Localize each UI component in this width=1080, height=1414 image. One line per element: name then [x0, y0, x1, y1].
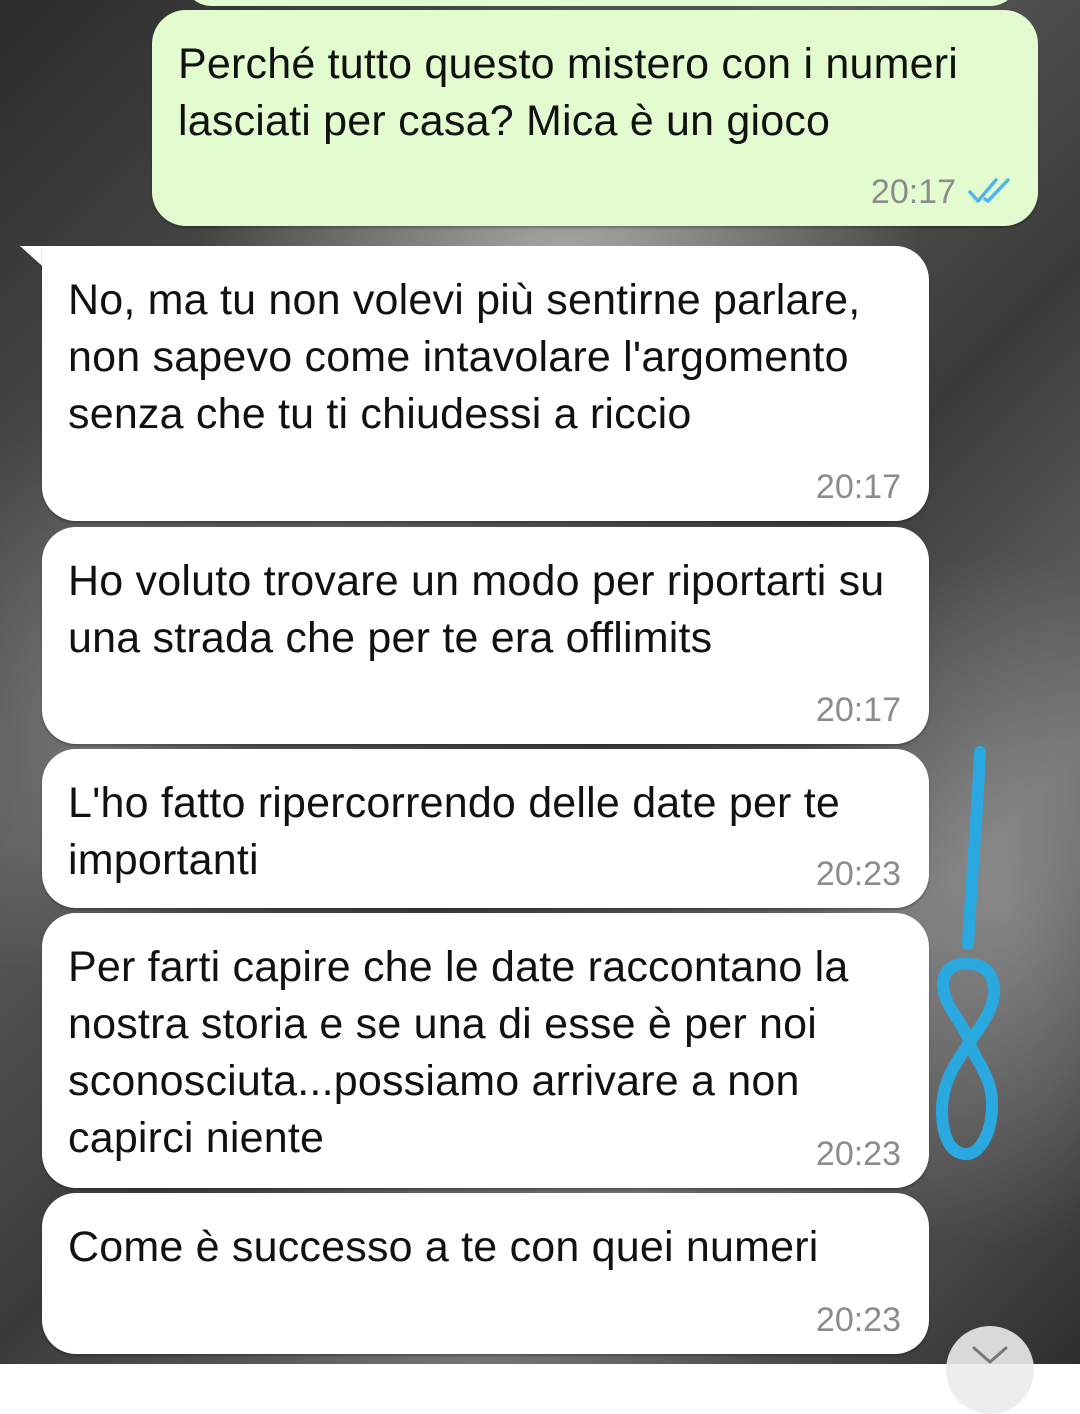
message-bubble-incoming[interactable]: Come è successo a te con quei numeri 20:…: [42, 1193, 929, 1354]
message-time: 20:23: [815, 855, 901, 893]
message-text: Perché tutto questo mistero con i numeri…: [178, 40, 958, 145]
message-time: 20:17: [870, 173, 956, 211]
message-time: 20:23: [815, 1301, 901, 1339]
message-text: L'ho fatto ripercorrendo delle date per …: [68, 779, 840, 884]
previous-message-bubble[interactable]: [182, 0, 1020, 6]
message-time: 20:23: [815, 1135, 901, 1173]
message-text: Per farti capire che le date raccontano …: [68, 943, 849, 1162]
message-bubble-incoming[interactable]: L'ho fatto ripercorrendo delle date per …: [42, 749, 929, 908]
message-text: Come è successo a te con quei numeri: [68, 1223, 819, 1271]
message-text: No, ma tu non volevi più sentirne parlar…: [68, 276, 861, 438]
handwritten-annotation-icon: [936, 746, 1001, 1161]
chevron-down-icon: [972, 1346, 1008, 1364]
scroll-down-button[interactable]: [946, 1326, 1034, 1414]
message-time: 20:17: [815, 468, 901, 506]
double-check-icon: [968, 178, 1010, 203]
message-time: 20:17: [815, 691, 901, 729]
message-text: Ho voluto trovare un modo per riportarti…: [68, 557, 885, 662]
message-bubble-incoming[interactable]: No, ma tu non volevi più sentirne parlar…: [42, 246, 929, 521]
message-bubble-incoming[interactable]: Ho voluto trovare un modo per riportarti…: [42, 527, 929, 744]
message-bubble-outgoing[interactable]: Perché tutto questo mistero con i numeri…: [152, 10, 1038, 226]
message-bubble-incoming[interactable]: Per farti capire che le date raccontano …: [42, 913, 929, 1188]
